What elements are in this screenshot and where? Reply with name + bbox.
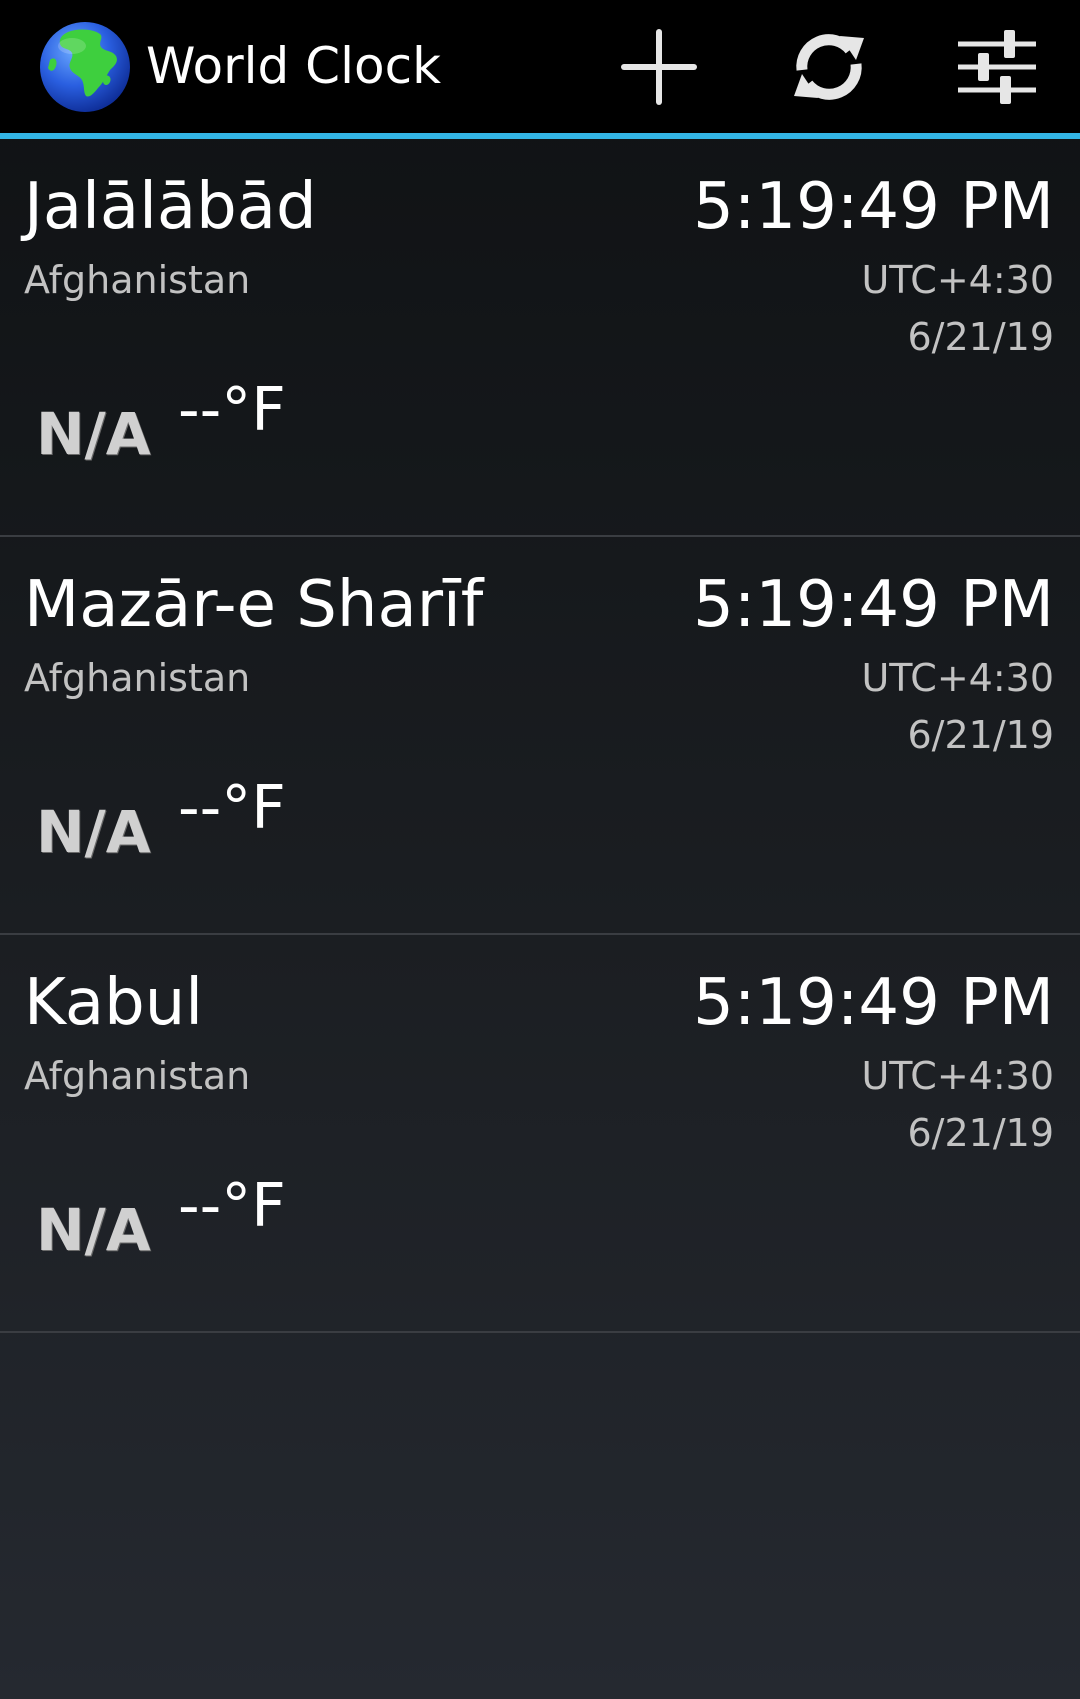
settings-button[interactable]	[952, 22, 1042, 112]
local-time: 5:19:49 PM	[693, 170, 1054, 244]
timezone-offset: UTC+4:30	[861, 656, 1054, 700]
country-name: Afghanistan	[24, 656, 251, 700]
globe-icon	[38, 20, 132, 114]
refresh-button[interactable]	[784, 22, 874, 112]
local-time: 5:19:49 PM	[693, 966, 1054, 1040]
clock-row[interactable]: Kabul Afghanistan 5:19:49 PM UTC+4:30 6/…	[0, 935, 1080, 1333]
refresh-icon	[794, 34, 864, 100]
timezone-offset: UTC+4:30	[861, 1054, 1054, 1098]
local-date: 6/21/19	[907, 713, 1055, 757]
timezone-offset: UTC+4:30	[861, 258, 1054, 302]
city-name: Mazār-e Sharīf	[24, 568, 484, 642]
plus-icon	[621, 29, 697, 105]
clock-list: Jalālābād Afghanistan 5:19:49 PM UTC+4:3…	[0, 139, 1080, 1333]
clock-row[interactable]: Jalālābād Afghanistan 5:19:49 PM UTC+4:3…	[0, 139, 1080, 537]
local-date: 6/21/19	[907, 1111, 1055, 1155]
weather-na-icon: N/A	[36, 400, 151, 468]
local-time: 5:19:49 PM	[693, 568, 1054, 642]
temperature: --°F	[178, 1171, 286, 1241]
add-city-button[interactable]	[614, 22, 704, 112]
city-name: Jalālābād	[24, 170, 317, 244]
weather-na-icon: N/A	[36, 798, 151, 866]
sliders-icon	[958, 30, 1036, 104]
action-bar: World Clock	[0, 0, 1080, 139]
city-name: Kabul	[24, 966, 204, 1040]
country-name: Afghanistan	[24, 258, 251, 302]
local-date: 6/21/19	[907, 315, 1055, 359]
weather-na-icon: N/A	[36, 1196, 151, 1264]
country-name: Afghanistan	[24, 1054, 251, 1098]
temperature: --°F	[178, 773, 286, 843]
app-title: World Clock	[146, 37, 442, 95]
clock-row[interactable]: Mazār-e Sharīf Afghanistan 5:19:49 PM UT…	[0, 537, 1080, 935]
temperature: --°F	[178, 375, 286, 445]
